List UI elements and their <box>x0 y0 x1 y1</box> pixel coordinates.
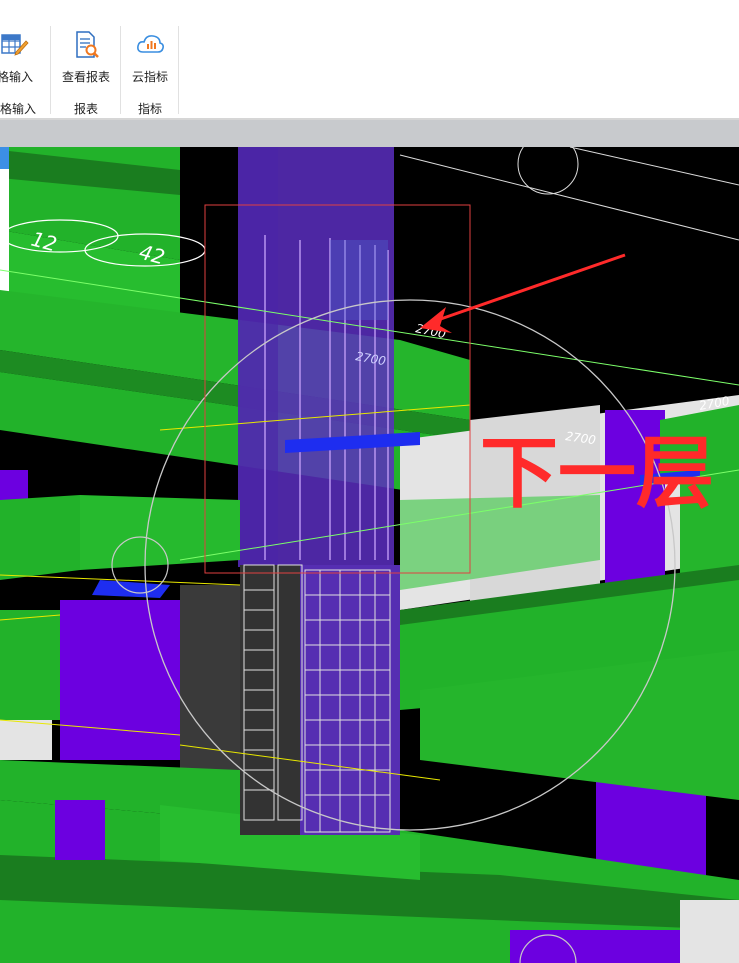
annotation-text: 下一层 <box>480 429 714 519</box>
group-label-table-input: 格输入 <box>0 102 36 116</box>
cloud-index-label: 云指标 <box>131 70 168 84</box>
report-search-icon <box>71 30 101 60</box>
column-upper-side <box>238 147 278 567</box>
column <box>510 930 680 963</box>
view-report-button[interactable]: 查看报表 <box>56 28 116 92</box>
3d-model-viewport[interactable]: 12 42 2700 2700 2700 2700 下一层 <box>0 147 739 963</box>
slab <box>0 495 80 580</box>
slab <box>80 495 240 570</box>
group-separator <box>178 26 179 114</box>
group-label-report: 报表 <box>73 102 98 116</box>
group-separator <box>50 26 51 114</box>
view-report-label: 查看报表 <box>61 70 110 84</box>
wall <box>680 900 739 963</box>
cloud-chart-icon <box>135 30 165 60</box>
title-bar <box>0 0 739 23</box>
table-edit-icon <box>0 30 30 60</box>
table-input-label: 格输入 <box>0 70 33 84</box>
column <box>0 470 28 500</box>
3d-scene: 12 42 2700 2700 2700 2700 下一层 <box>0 147 739 963</box>
column-shadow <box>180 585 242 785</box>
annotation-arrow <box>420 253 626 333</box>
transparent-beam <box>330 240 388 320</box>
cloud-index-button[interactable]: 云指标 <box>124 28 176 92</box>
slab <box>0 610 60 720</box>
wall <box>0 720 52 760</box>
column <box>55 800 105 860</box>
side-panel-header <box>0 147 9 169</box>
group-separator <box>120 26 121 114</box>
group-label-index: 指标 <box>137 102 162 116</box>
table-input-button[interactable]: 格输入 <box>0 28 40 92</box>
ribbon-toolbar: 格输入 格输入 查看报表 报表 云指标 指标 <box>0 22 739 118</box>
toolbar-strip <box>0 120 739 148</box>
scene-grid-lines <box>399 147 739 241</box>
column <box>60 600 180 760</box>
slab-highlight <box>92 580 170 598</box>
